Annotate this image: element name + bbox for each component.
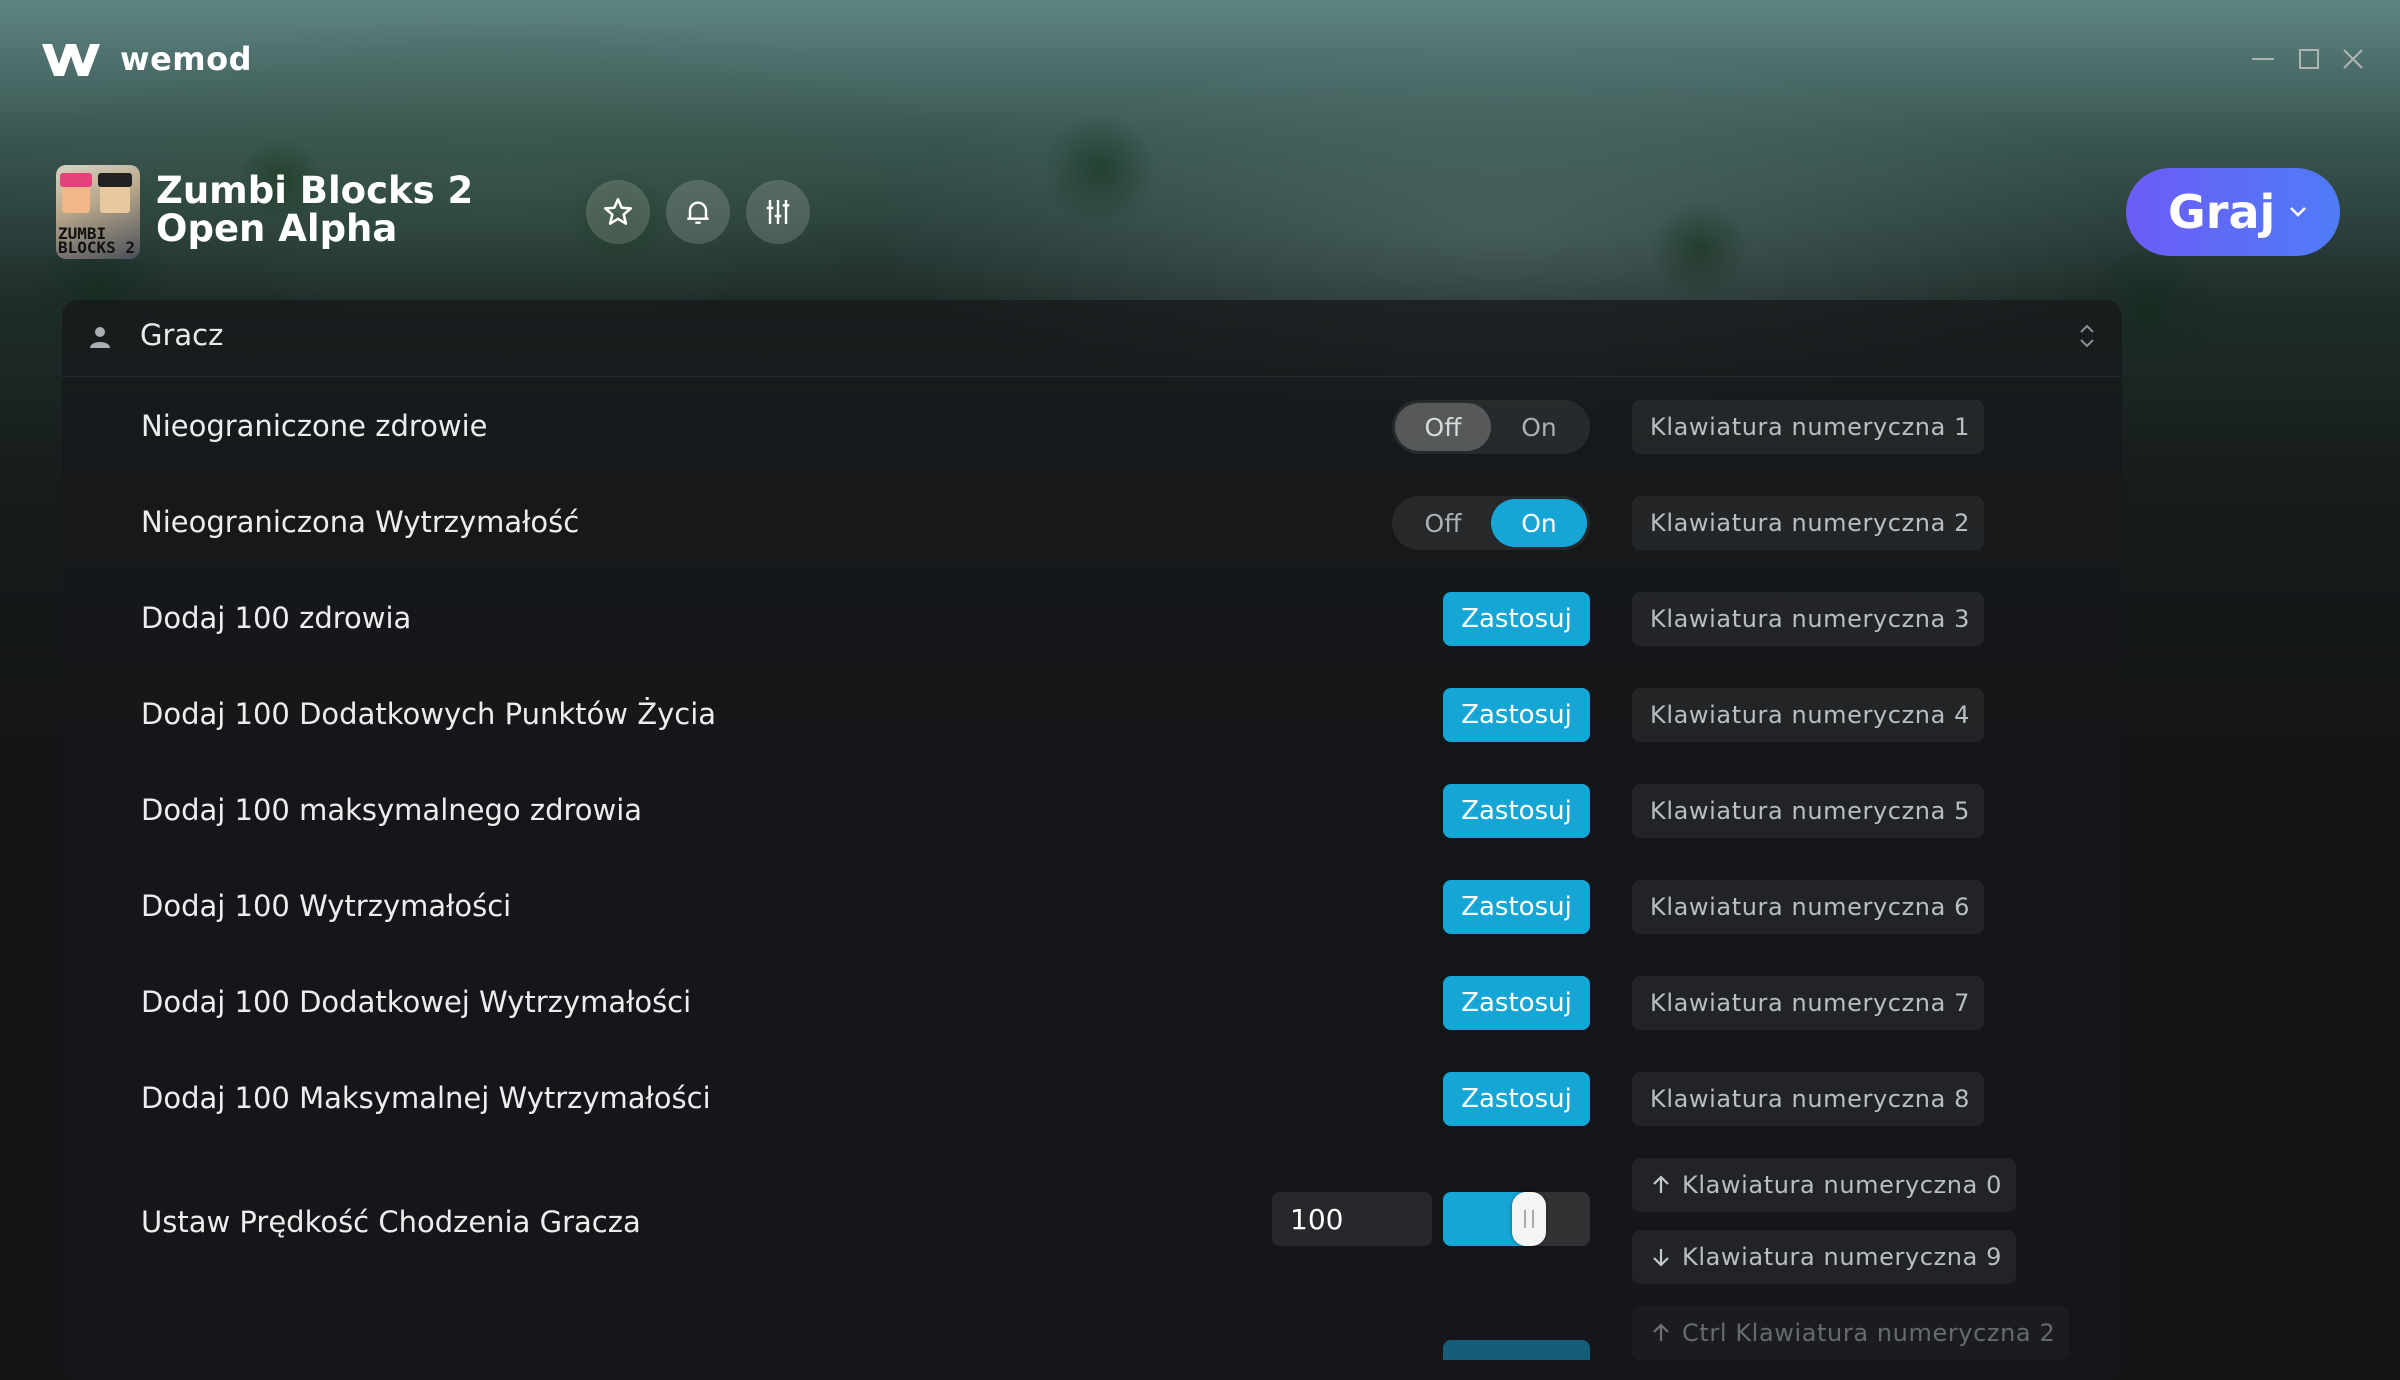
hotkey-label: Klawiatura numeryczna 6 (1650, 893, 1970, 921)
close-icon[interactable] (2338, 44, 2368, 74)
hotkey-badge[interactable]: Klawiatura numeryczna 8 (1632, 1072, 1984, 1126)
collapse-icon[interactable] (2076, 322, 2098, 350)
game-thumbnail: ZUMBI BLOCKS 2 (56, 165, 140, 259)
hotkey-label: Klawiatura numeryczna 4 (1650, 701, 1970, 729)
notifications-button[interactable] (666, 180, 730, 244)
apply-button[interactable]: Zastosuj (1443, 592, 1590, 646)
wemod-logo-icon (42, 44, 100, 76)
value-slider-partial[interactable] (1443, 1340, 1590, 1360)
toggle-off-option[interactable]: Off (1395, 403, 1491, 451)
section-label: Gracz (140, 318, 224, 352)
game-header: ZUMBI BLOCKS 2 Zumbi Blocks 2 Open Alpha (56, 162, 2356, 268)
title-bar: wemod (0, 0, 2400, 120)
hotkey-badge[interactable]: Klawiatura numeryczna 7 (1632, 976, 1984, 1030)
hotkey-badge-increase[interactable]: Klawiatura numeryczna 0 (1632, 1158, 2016, 1212)
hotkey-badge[interactable]: Klawiatura numeryczna 2 (1632, 496, 1984, 550)
section-header-gracz[interactable]: Gracz (62, 300, 2122, 377)
arrow-up-icon (1653, 1323, 1669, 1341)
cheat-label: Nieograniczone zdrowie (141, 409, 488, 443)
hotkey-badge[interactable]: Klawiatura numeryczna 1 (1632, 400, 1984, 454)
game-thumbnail-text: ZUMBI BLOCKS 2 (58, 224, 136, 257)
cheat-toggle[interactable]: Off On (1392, 400, 1590, 454)
hotkey-badge[interactable]: Klawiatura numeryczna 4 (1632, 688, 1984, 742)
toggle-off-option[interactable]: Off (1395, 499, 1491, 547)
cheat-label: Ustaw Prędkość Chodzenia Gracza (141, 1205, 641, 1239)
chevron-down-icon[interactable] (2286, 200, 2310, 224)
apply-button[interactable]: Zastosuj (1443, 976, 1590, 1030)
apply-button[interactable]: Zastosuj (1443, 784, 1590, 838)
game-settings-button[interactable] (746, 180, 810, 244)
hotkey-label: Klawiatura numeryczna 7 (1650, 989, 1970, 1017)
minimize-icon[interactable] (2248, 44, 2278, 74)
play-button[interactable]: Graj (2126, 168, 2340, 256)
hotkey-label: Klawiatura numeryczna 9 (1682, 1243, 2002, 1271)
hotkey-label: Klawiatura numeryczna 2 (1650, 509, 1970, 537)
cheat-label: Dodaj 100 Wytrzymałości (141, 889, 512, 923)
slider-handle[interactable] (1512, 1192, 1546, 1246)
cheat-label: Dodaj 100 Maksymalnej Wytrzymałości (141, 1081, 711, 1115)
sliders-icon (766, 200, 790, 224)
hotkey-label: Klawiatura numeryczna 0 (1682, 1171, 2002, 1199)
toggle-on-option[interactable]: On (1491, 403, 1587, 451)
person-icon (90, 327, 110, 348)
cheat-label: Dodaj 100 maksymalnego zdrowia (141, 793, 643, 827)
cheat-label: Nieograniczona Wytrzymałość (141, 505, 580, 539)
arrow-down-icon (1653, 1249, 1669, 1267)
hotkey-label: Klawiatura numeryczna 5 (1650, 797, 1970, 825)
hotkey-label: Klawiatura numeryczna 8 (1650, 1085, 1970, 1113)
hotkey-label: Ctrl Klawiatura numeryczna 2 (1682, 1319, 2056, 1347)
hotkey-label: Klawiatura numeryczna 3 (1650, 605, 1970, 633)
cheat-toggle[interactable]: Off On (1392, 496, 1590, 550)
cheat-label: Dodaj 100 Dodatkowych Punktów Życia (141, 697, 717, 731)
cheat-label: Dodaj 100 zdrowia (141, 601, 412, 635)
game-title: Zumbi Blocks 2 Open Alpha (156, 169, 474, 250)
arrow-up-icon (1653, 1175, 1669, 1193)
cheat-label: Dodaj 100 Dodatkowej Wytrzymałości (141, 985, 692, 1019)
play-button-label: Graj (2168, 185, 2276, 239)
hotkey-label: Klawiatura numeryczna 1 (1650, 413, 1970, 441)
hotkey-badge-increase[interactable]: Ctrl Klawiatura numeryczna 2 (1632, 1306, 2069, 1360)
hotkey-badge[interactable]: Klawiatura numeryczna 6 (1632, 880, 1984, 934)
hotkey-badge-decrease[interactable]: Klawiatura numeryczna 9 (1632, 1230, 2016, 1284)
hotkey-badge[interactable]: Klawiatura numeryczna 3 (1632, 592, 1984, 646)
star-icon (603, 197, 633, 225)
value-input[interactable]: 100 (1272, 1192, 1432, 1246)
toggle-on-option[interactable]: On (1491, 499, 1587, 547)
apply-button[interactable]: Zastosuj (1443, 1072, 1590, 1126)
favorite-button[interactable] (586, 180, 650, 244)
apply-button[interactable]: Zastosuj (1443, 880, 1590, 934)
maximize-icon[interactable] (2294, 44, 2324, 74)
bell-icon (687, 201, 709, 224)
apply-button[interactable]: Zastosuj (1443, 688, 1590, 742)
brand-name: wemod (120, 40, 252, 78)
hotkey-badge[interactable]: Klawiatura numeryczna 5 (1632, 784, 1984, 838)
